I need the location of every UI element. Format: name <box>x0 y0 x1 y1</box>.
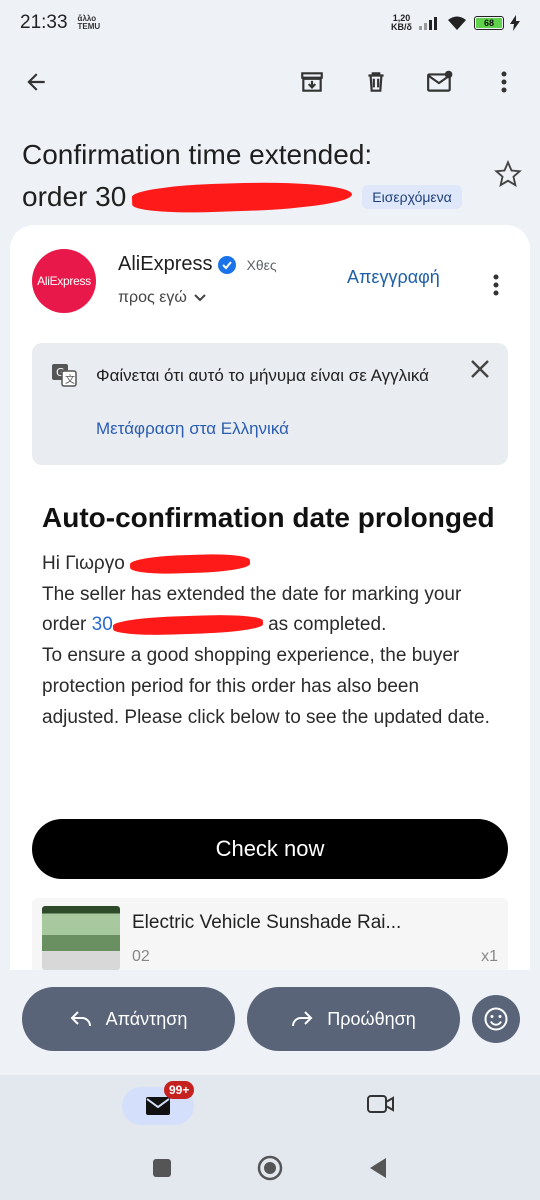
bottom-actions: Απάντηση Προώθηση <box>22 987 522 1051</box>
unread-badge: 99+ <box>164 1081 195 1099</box>
status-bar: 21:33 ἄλλο TEMU 1,20 KB/δ 68 <box>0 0 540 46</box>
reply-label: Απάντηση <box>105 1008 188 1029</box>
more-vert-icon[interactable] <box>482 60 526 104</box>
status-time: 21:33 <box>20 12 68 33</box>
subject-line-2: order 30 Εισερχόμενα <box>22 176 482 218</box>
sender-name: AliExpress <box>118 253 213 275</box>
app-bar <box>0 50 540 114</box>
emoji-icon <box>484 1007 508 1031</box>
translate-banner: G文 Φαίνεται ότι αυτό το μήνυμα είναι σε … <box>32 343 508 465</box>
charging-icon <box>510 15 520 31</box>
product-title: Electric Vehicle Sunshade Rai... <box>132 912 402 933</box>
order-suffix: as completed. <box>268 614 387 636</box>
body-line-1: The seller has extended the date for mar… <box>42 583 462 605</box>
unsubscribe-link[interactable]: Απεγγραφή <box>347 267 440 288</box>
subject-order-prefix: order 30 <box>22 181 127 212</box>
net-speed: 1,20 KB/δ <box>391 14 412 32</box>
product-variant: 02 <box>132 948 150 965</box>
sender-time: Χθες <box>246 256 277 273</box>
email-subject: Confirmation time extended: order 30 Εισ… <box>22 134 482 218</box>
system-nav <box>0 1155 540 1181</box>
forward-button[interactable]: Προώθηση <box>247 987 460 1051</box>
message-more-icon[interactable] <box>484 265 508 305</box>
inbox-label-chip[interactable]: Εισερχόμενα <box>362 185 462 209</box>
back-arrow-icon[interactable] <box>14 60 58 104</box>
redaction-mark <box>129 552 251 576</box>
nav-meet-tab[interactable] <box>366 1093 396 1120</box>
email-headline: Auto-confirmation date prolonged <box>42 502 495 533</box>
notification-icon: ἄλλο TEMU <box>77 14 101 31</box>
translate-link[interactable]: Μετάφραση στα Ελληνικά <box>96 419 289 439</box>
recipient-label: προς εγώ <box>118 289 187 306</box>
redaction-mark <box>112 613 264 638</box>
svg-text:文: 文 <box>65 373 75 386</box>
mail-icon <box>146 1097 170 1115</box>
sender-row: AliExpress AliExpress Χθες προς εγώ Απεγ… <box>32 249 518 319</box>
reply-icon <box>70 1011 91 1027</box>
net-speed-unit: KB/δ <box>391 22 412 32</box>
email-paragraph: Hi Γιωργο The seller has extended the da… <box>32 549 508 733</box>
order-prefix: order <box>42 614 87 636</box>
battery-level: 68 <box>476 18 502 28</box>
wifi-icon <box>448 16 466 30</box>
archive-icon[interactable] <box>290 60 334 104</box>
status-right: 1,20 KB/δ 68 <box>391 14 520 32</box>
greeting: Hi Γιωργο <box>42 553 125 574</box>
chevron-down-icon <box>194 294 206 302</box>
delete-icon[interactable] <box>354 60 398 104</box>
status-left: 21:33 ἄλλο TEMU <box>20 12 100 34</box>
signal-icon <box>419 17 437 30</box>
check-now-button[interactable]: Check now <box>32 819 508 879</box>
email-body: Auto-confirmation date prolonged Hi Γιωρ… <box>32 493 508 970</box>
translate-message: Φαίνεται ότι αυτό το μήνυμα είναι σε Αγγ… <box>96 366 430 385</box>
emoji-reaction-button[interactable] <box>472 995 520 1043</box>
back-nav-icon[interactable] <box>368 1157 388 1179</box>
product-row[interactable]: Electric Vehicle Sunshade Rai... 02 x1 <box>32 898 508 970</box>
verified-icon <box>218 255 237 274</box>
bottom-nav: 99+ <box>0 1075 540 1200</box>
sender-name-row: AliExpress Χθες <box>118 253 277 276</box>
subject-line-1: Confirmation time extended: <box>22 139 373 170</box>
video-camera-icon <box>367 1095 394 1113</box>
body-line-3: To ensure a good shopping experience, th… <box>42 645 490 728</box>
battery-icon: 68 <box>474 16 504 30</box>
app-bar-actions <box>290 60 526 104</box>
home-icon[interactable] <box>257 1155 283 1181</box>
reply-button[interactable]: Απάντηση <box>22 987 235 1051</box>
avatar[interactable]: AliExpress <box>32 249 96 313</box>
translate-icon: G文 <box>50 361 78 394</box>
recipient-toggle[interactable]: προς εγώ <box>118 289 207 307</box>
star-icon[interactable] <box>492 158 524 190</box>
close-icon[interactable] <box>470 359 490 384</box>
mark-unread-icon[interactable] <box>418 60 462 104</box>
forward-label: Προώθηση <box>327 1008 416 1029</box>
redaction-mark <box>131 179 353 215</box>
message-card: AliExpress AliExpress Χθες προς εγώ Απεγ… <box>10 225 530 970</box>
product-quantity: x1 <box>481 948 498 965</box>
forward-icon <box>292 1011 313 1027</box>
order-number-link[interactable]: 30 <box>92 614 113 635</box>
product-thumbnail <box>42 906 120 970</box>
recents-icon[interactable] <box>152 1158 172 1178</box>
